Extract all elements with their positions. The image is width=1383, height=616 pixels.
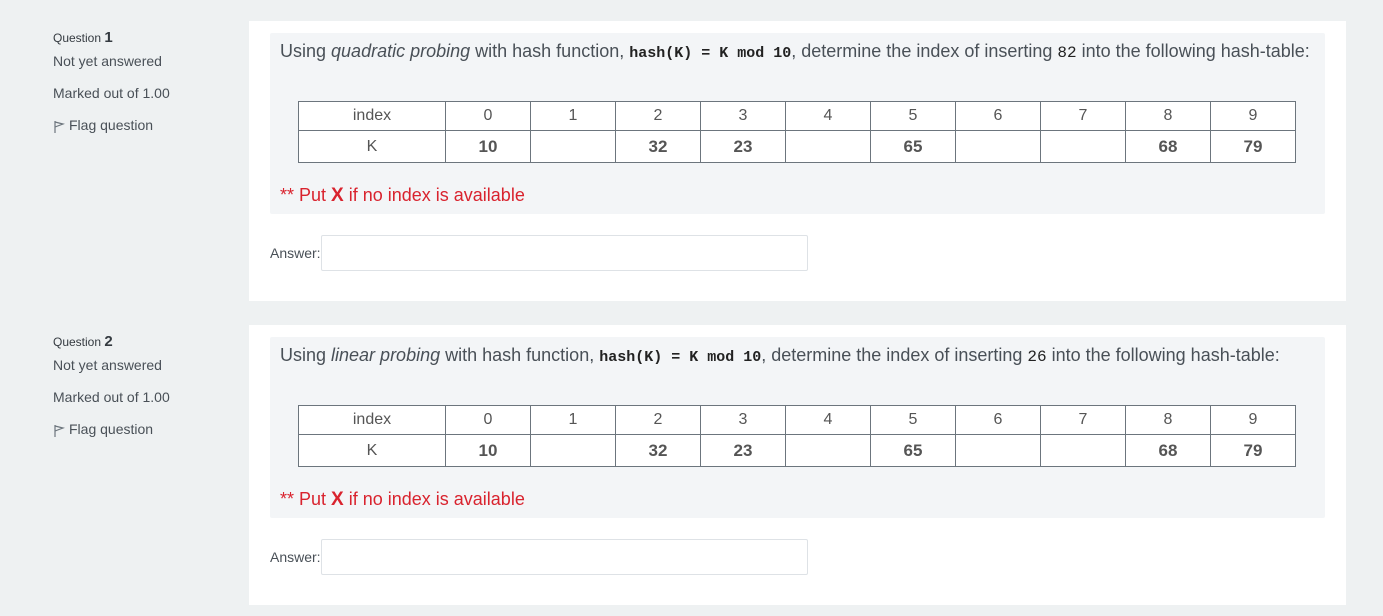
question-text: Using linear probing with hash function,… [280, 345, 1280, 366]
hash-function: hash(K) = K mod 10 [629, 45, 792, 62]
index-cell: 1 [530, 101, 616, 131]
question-number: Question 2 [53, 333, 113, 350]
index-cell: 2 [615, 101, 701, 131]
index-cell: 7 [1040, 405, 1126, 435]
flag-question-link[interactable]: Flag question [53, 116, 233, 134]
question-number: Question 1 [53, 29, 113, 46]
index-cell: 5 [870, 101, 956, 131]
row-header: index [298, 101, 446, 131]
hash-function: hash(K) = K mod 10 [599, 349, 762, 366]
key-cell [1040, 130, 1126, 163]
question-info: Question 1 Not yet answered Marked out o… [53, 28, 233, 134]
key-cell [955, 434, 1041, 467]
question-grade: Marked out of 1.00 [53, 389, 170, 405]
key-cell: 68 [1125, 434, 1211, 467]
index-cell: 0 [445, 405, 531, 435]
question-text: Using quadratic probing with hash functi… [280, 41, 1310, 62]
key-cell: 32 [615, 130, 701, 163]
row-header: K [298, 434, 446, 467]
question-state: Not yet answered [53, 53, 162, 69]
answer-row: Answer: [270, 539, 808, 575]
question-state: Not yet answered [53, 357, 162, 373]
question-content: Using quadratic probing with hash functi… [249, 21, 1346, 301]
index-cell: 4 [785, 101, 871, 131]
table-row-index: index 0 1 2 3 4 5 6 7 8 9 [298, 405, 1296, 435]
instruction-note: ** Put X if no index is available [280, 489, 525, 510]
index-cell: 2 [615, 405, 701, 435]
question-info: Question 2 Not yet answered Marked out o… [53, 332, 233, 438]
index-cell: 0 [445, 101, 531, 131]
hash-table: index 0 1 2 3 4 5 6 7 8 9 K 10 32 23 65 … [298, 405, 1296, 467]
index-cell: 8 [1125, 405, 1211, 435]
index-cell: 7 [1040, 101, 1126, 131]
instruction-note: ** Put X if no index is available [280, 185, 525, 206]
answer-input[interactable] [320, 539, 808, 575]
index-cell: 1 [530, 405, 616, 435]
index-cell: 9 [1210, 405, 1296, 435]
row-header: index [298, 405, 446, 435]
key-cell [530, 130, 616, 163]
index-cell: 3 [700, 405, 786, 435]
index-cell: 4 [785, 405, 871, 435]
flag-question-label: Flag question [69, 421, 154, 437]
table-row-index: index 0 1 2 3 4 5 6 7 8 9 [298, 101, 1296, 131]
answer-label: Answer: [270, 245, 321, 261]
key-cell: 65 [870, 130, 956, 163]
key-cell [1040, 434, 1126, 467]
flag-question-link[interactable]: Flag question [53, 420, 233, 438]
key-cell: 10 [445, 434, 531, 467]
insert-key: 82 [1057, 44, 1077, 62]
index-cell: 9 [1210, 101, 1296, 131]
key-cell [785, 130, 871, 163]
flag-question-label: Flag question [69, 117, 154, 133]
key-cell: 23 [700, 434, 786, 467]
key-cell: 23 [700, 130, 786, 163]
question-content: Using linear probing with hash function,… [249, 325, 1346, 605]
row-header: K [298, 130, 446, 163]
table-row-key: K 10 32 23 65 68 79 [298, 130, 1296, 163]
index-cell: 6 [955, 405, 1041, 435]
index-cell: 5 [870, 405, 956, 435]
question-formulation: Using quadratic probing with hash functi… [270, 33, 1325, 214]
flag-icon [54, 121, 65, 133]
answer-label: Answer: [270, 549, 321, 565]
key-cell: 32 [615, 434, 701, 467]
key-cell: 68 [1125, 130, 1211, 163]
question-formulation: Using linear probing with hash function,… [270, 337, 1325, 518]
flag-icon [54, 425, 65, 437]
index-cell: 8 [1125, 101, 1211, 131]
key-cell: 10 [445, 130, 531, 163]
key-cell [955, 130, 1041, 163]
key-cell [530, 434, 616, 467]
key-cell: 79 [1210, 434, 1296, 467]
hash-table: index 0 1 2 3 4 5 6 7 8 9 K 10 32 23 65 … [298, 101, 1296, 163]
insert-key: 26 [1027, 348, 1047, 366]
index-cell: 6 [955, 101, 1041, 131]
key-cell [785, 434, 871, 467]
key-cell: 79 [1210, 130, 1296, 163]
answer-input[interactable] [320, 235, 808, 271]
question-grade: Marked out of 1.00 [53, 85, 170, 101]
index-cell: 3 [700, 101, 786, 131]
table-row-key: K 10 32 23 65 68 79 [298, 434, 1296, 467]
key-cell: 65 [870, 434, 956, 467]
answer-row: Answer: [270, 235, 808, 271]
